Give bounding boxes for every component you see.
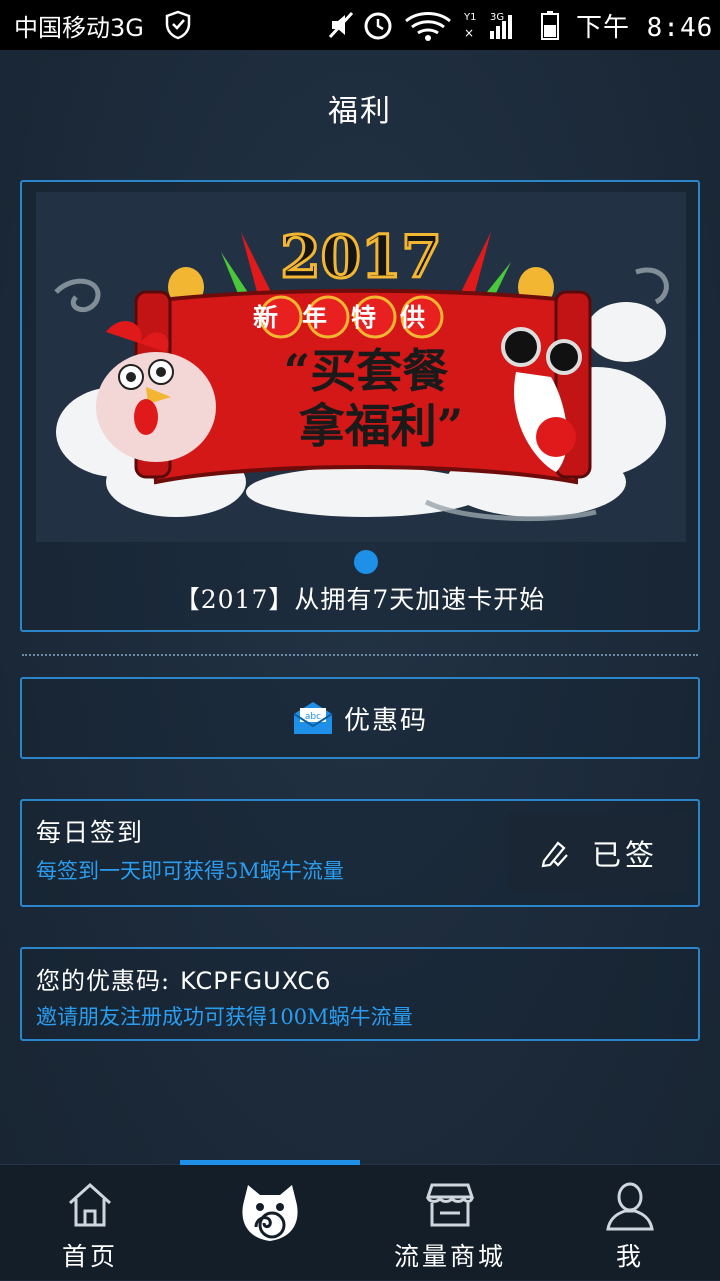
invite-code-line: 您的优惠码: KCPFGUXC6: [36, 961, 331, 996]
banner-year-text: 2017: [280, 223, 441, 291]
svg-text:abc: abc: [305, 712, 321, 722]
shield-icon: [165, 10, 191, 40]
tab-home-label: 首页: [61, 1242, 118, 1271]
coupon-code-label: 优惠码: [343, 705, 428, 736]
envelope-abc-icon: abc: [293, 702, 333, 734]
invite-code-label: 您的优惠码:: [36, 967, 171, 995]
banner-caption[interactable]: 【2017】从拥有7天加速卡开始: [22, 580, 698, 616]
user-icon: [606, 1182, 654, 1231]
home-icon: [68, 1182, 112, 1227]
battery-icon: [541, 11, 559, 40]
invite-code-panel: 您的优惠码: KCPFGUXC6 邀请朋友注册成功可获得100M蜗牛流量: [20, 947, 700, 1041]
tab-home[interactable]: 首页: [0, 1165, 180, 1281]
tab-traffic-mall[interactable]: 流量商城: [360, 1165, 540, 1281]
shop-icon: [425, 1183, 475, 1227]
invite-description: 邀请朋友注册成功可获得100M蜗牛流量: [36, 1005, 413, 1029]
bottom-tab-bar: 首页 流量商城 我: [0, 1160, 720, 1281]
checked-in-label: 已签: [591, 838, 658, 872]
app-screen: 福利 2017 新年特供 “买套餐 拿福利” 【2017】从拥有7天加速卡开始 …: [0, 50, 720, 1280]
dotted-divider: [22, 654, 698, 656]
invite-code-value[interactable]: KCPFGUXC6: [180, 967, 331, 995]
alarm-icon: [364, 12, 392, 40]
checkin-description: 每签到一天即可获得5M蜗牛流量: [36, 859, 344, 883]
promo-banner-image[interactable]: 2017 新年特供 “买套餐 拿福利”: [36, 192, 686, 542]
new-year-promo-illustration: 2017 新年特供 “买套餐 拿福利”: [54, 222, 669, 522]
snail-cat-icon: [242, 1185, 298, 1241]
mute-icon: [328, 11, 354, 39]
status-bar: 中国移动3G Y1 × 3G 下午 8:46: [0, 0, 720, 50]
ribbon-text: 新年特供: [253, 303, 449, 332]
slogan-line-1: “买套餐: [284, 344, 449, 398]
svg-text:Y1: Y1: [463, 12, 476, 23]
ribbon-badge: 新年特供: [253, 295, 449, 339]
coupon-code-button[interactable]: abc 优惠码: [20, 677, 700, 759]
signal-icon: Y1 × 3G: [463, 12, 512, 40]
tab-traffic-mall-label: 流量商城: [393, 1242, 506, 1271]
clock-time: 下午 8:46: [576, 13, 714, 43]
slogan-line-2: 拿福利”: [298, 399, 463, 453]
signature-pen-icon: [541, 841, 568, 868]
tab-snail[interactable]: [180, 1165, 360, 1281]
page-title: 福利: [328, 94, 392, 129]
wifi-icon: [405, 12, 451, 41]
carousel-indicator-dot[interactable]: [354, 550, 378, 574]
carrier-name: 中国移动3G: [14, 14, 144, 42]
checked-in-button[interactable]: 已签: [508, 813, 688, 893]
status-icons: Y1 × 3G: [328, 11, 559, 41]
svg-text:×: ×: [464, 26, 474, 40]
tab-me[interactable]: 我: [540, 1165, 720, 1281]
checkin-title: 每日签到: [36, 818, 145, 847]
banner-panel: 2017 新年特供 “买套餐 拿福利” 【2017】从拥有7天加速卡开始: [20, 180, 700, 632]
tab-me-label: 我: [615, 1242, 644, 1271]
daily-checkin-panel: 每日签到 每签到一天即可获得5M蜗牛流量 已签: [20, 799, 700, 907]
